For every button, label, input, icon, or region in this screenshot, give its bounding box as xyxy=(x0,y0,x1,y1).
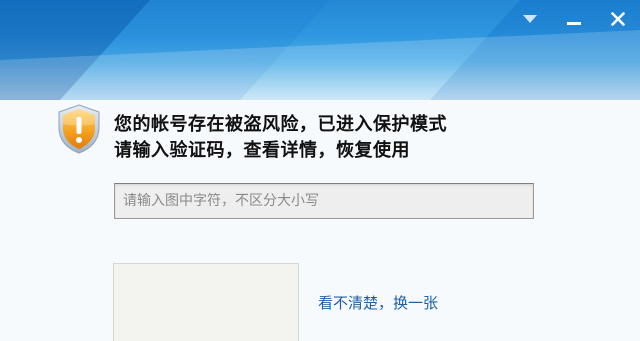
captcha-input[interactable] xyxy=(114,183,534,219)
title-bar-background-decoration xyxy=(0,0,640,100)
close-button[interactable] xyxy=(605,6,631,32)
minimize-icon xyxy=(567,22,581,25)
alert-line-1: 您的帐号存在被盗风险，已进入保护模式 xyxy=(114,114,447,135)
refresh-captcha-link[interactable]: 看不清楚，换一张 xyxy=(318,292,438,313)
captcha-image[interactable] xyxy=(113,263,299,341)
chevron-down-icon xyxy=(523,15,537,23)
minimize-button[interactable] xyxy=(561,6,587,32)
menu-dropdown-button[interactable] xyxy=(517,6,543,32)
shield-warning-icon xyxy=(58,104,100,154)
close-icon xyxy=(611,12,625,26)
title-bar xyxy=(0,0,640,100)
security-verification-window: 您的帐号存在被盗风险，已进入保护模式 请输入验证码，查看详情，恢复使用 看不清楚… xyxy=(0,0,640,341)
security-alert-message: 您的帐号存在被盗风险，已进入保护模式 请输入验证码，查看详情，恢复使用 xyxy=(114,112,447,164)
alert-line-2: 请输入验证码，查看详情，恢复使用 xyxy=(114,140,410,161)
